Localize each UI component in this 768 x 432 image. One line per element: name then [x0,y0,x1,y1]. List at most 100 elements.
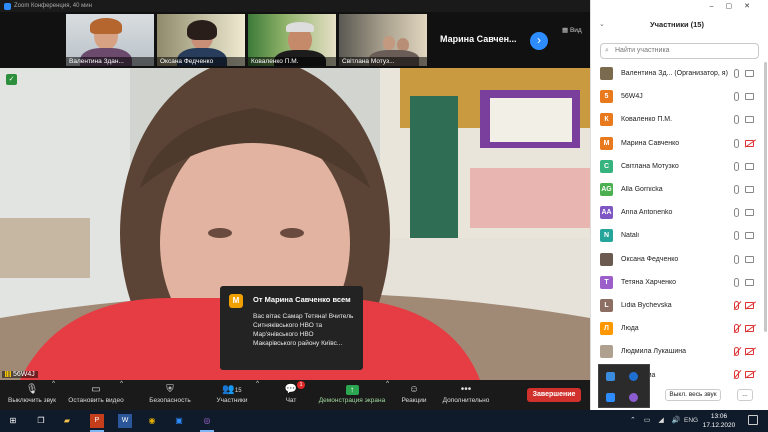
participant-avatar [600,67,613,81]
microphone-muted-icon[interactable] [734,370,739,380]
video-camera-icon[interactable] [745,93,754,101]
video-camera-icon[interactable] [745,278,754,286]
share-options-caret[interactable]: ^ [386,380,389,410]
task-view-icon[interactable]: ❐ [34,414,48,428]
notifications-icon[interactable] [748,415,758,425]
thumbnail-video[interactable]: Оксана Федченко [157,14,245,66]
chat-notification[interactable]: М От Марина Савченко всем Вас вітає Сама… [220,286,363,370]
microphone-icon[interactable] [734,254,739,264]
participant-row[interactable]: Людмила Лукашина [591,340,763,363]
video-options-caret[interactable]: ^ [120,380,123,410]
microphone-icon[interactable] [734,231,739,241]
share-screen-button[interactable]: ↑ Демонстрация экрана [316,380,388,410]
tray-app-icon[interactable] [606,372,615,381]
participant-row[interactable]: К Коваленко П.М. [591,108,763,131]
language-indicator[interactable]: ENG [684,417,698,424]
zoom-tray-icon[interactable] [606,393,615,402]
speaker-label: 56W4J [13,371,35,378]
close-icon[interactable]: ✕ [744,3,762,10]
participant-row[interactable]: М Марина Савченко [591,132,763,155]
video-camera-icon[interactable] [745,185,754,193]
participant-row[interactable]: AG Alla Gornicka [591,178,763,201]
system-tray-icons[interactable]: ⌃ ▭ ◢ 🔊 [630,416,683,424]
viber-icon[interactable]: ◎ [200,414,214,432]
reactions-button[interactable]: ☺ Реакции [398,380,430,410]
microphone-muted-icon[interactable] [734,300,739,310]
microphone-icon[interactable] [734,138,739,148]
security-button[interactable]: ⛨ Безопасность [146,380,194,410]
participant-row[interactable]: С Світлана Мотузко [591,155,763,178]
tray-app-icon[interactable] [629,372,638,381]
microphone-icon[interactable] [734,69,739,78]
participant-row[interactable]: L Lidia Bychevska [591,294,763,317]
participant-row[interactable]: Оксана Федченко [591,248,763,271]
thumbnail-video[interactable]: Світлана Мотуз... [339,14,427,66]
participant-avatar [600,345,613,359]
minimize-icon[interactable]: – [710,3,726,10]
windows-start-icon[interactable]: ⊞ [6,414,20,428]
video-off-icon[interactable] [745,139,754,147]
more-options-button[interactable]: ... [737,389,753,401]
video-off-icon[interactable] [745,325,754,333]
microphone-muted-icon[interactable] [734,324,739,334]
participant-row[interactable]: AA Anna Antonenko [591,201,763,224]
participants-options-caret[interactable]: ^ [256,380,259,410]
chrome-icon[interactable]: ◉ [145,414,159,428]
participant-row[interactable]: Л Люда [591,317,763,340]
participant-name: Світлана Мотузко [621,162,679,170]
video-camera-icon[interactable] [745,116,754,124]
video-camera-icon[interactable] [745,209,754,217]
thumbnail-strip: Валентина Здан... Оксана Федченко Ковале… [0,12,590,68]
clock-date: 17.12.2020 [702,422,736,429]
more-button[interactable]: ••• Дополнительно [440,380,492,410]
thumbnail-video[interactable]: Коваленко П.М. [248,14,336,66]
audio-options-caret[interactable]: ^ [52,380,55,410]
video-camera-icon[interactable] [745,70,754,77]
microphone-icon[interactable] [734,184,739,194]
powerpoint-icon[interactable]: P [90,414,104,432]
participant-name: Люда [621,325,639,333]
participants-button[interactable]: 👥15 Участники [212,380,252,410]
file-explorer-icon[interactable]: ▰ [60,414,74,428]
end-meeting-button[interactable]: Завершение [527,388,581,402]
view-button[interactable]: ▦ Вид [562,26,582,34]
microphone-icon[interactable] [734,161,739,171]
clock-time: 13:06 [710,413,728,420]
mute-button[interactable]: 🎙 Выключить звук [6,380,58,410]
thumbnail-video[interactable]: Валентина Здан... [66,14,154,66]
chat-unread-badge: 1 [297,381,305,389]
next-page-button[interactable]: › [530,32,548,50]
participant-row[interactable]: Т Тетяна Харченко [591,271,763,294]
video-camera-icon[interactable] [745,255,754,263]
participant-name: Оксана Федченко [621,255,679,263]
stop-video-button[interactable]: ▭ Остановить видео [66,380,126,410]
taskbar-clock[interactable]: 13:06 17.12.2020 [700,412,738,430]
security-shield-icon: ✓ [6,74,17,85]
participant-row[interactable]: N Natali [591,224,763,247]
tray-app-icon[interactable] [629,393,638,402]
video-camera-icon[interactable] [745,232,754,240]
sender-avatar: М [229,294,243,308]
scrollbar[interactable] [764,62,767,332]
video-off-icon[interactable] [745,301,754,309]
video-off-icon[interactable] [745,371,754,379]
window-title: Zoom Конференция, 40 мин [14,3,92,9]
participant-avatar: 5 [600,90,613,104]
participant-row[interactable]: Валентина Зд... (Организатор, я) [591,62,763,85]
microphone-icon[interactable] [734,208,739,218]
thumbnail-label: Оксана Федченко [157,57,245,66]
word-icon[interactable]: W [118,414,132,428]
maximize-icon[interactable]: ▢ [726,3,745,10]
video-camera-icon[interactable] [745,162,754,170]
thumbnail-label: Світлана Мотуз... [339,57,427,66]
microphone-icon[interactable] [734,277,739,287]
microphone-muted-icon[interactable] [734,347,739,357]
microphone-icon[interactable] [734,115,739,125]
window-controls: –▢✕ [710,2,762,10]
microphone-icon[interactable] [734,92,739,102]
mute-all-button[interactable]: Выкл. весь звук [665,389,721,401]
participant-row[interactable]: 5 56W4J [591,85,763,108]
video-off-icon[interactable] [745,348,754,356]
participant-search-input[interactable]: ⌕ Найти участника [600,43,759,59]
zoom-taskbar-icon[interactable]: ▣ [172,414,186,428]
